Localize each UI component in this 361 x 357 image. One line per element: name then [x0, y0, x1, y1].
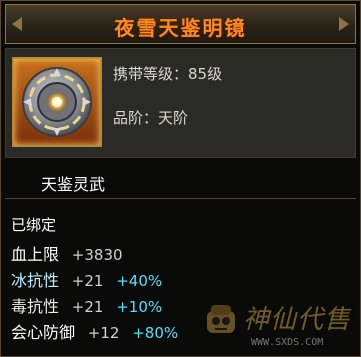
- mirror-icon: [17, 62, 97, 142]
- item-title: 夜雪天鉴明镜: [114, 16, 247, 40]
- stat-row-ice-resist: 冰抗性 +21 +40%: [11, 267, 162, 291]
- item-icon-slot[interactable]: [12, 57, 102, 147]
- stat-value: +12: [87, 324, 120, 342]
- mascot-logo-icon: [207, 305, 235, 333]
- stat-row-crit-defense: 会心防御 +12 +80%: [11, 319, 178, 343]
- stat-row-hp: 血上限 +3830: [11, 241, 123, 265]
- watermark-url: WWW.SXDS.COM: [251, 337, 324, 348]
- stat-percent: +80%: [132, 324, 179, 342]
- item-grade: 品阶：天阶: [113, 109, 189, 127]
- divider: [5, 198, 356, 199]
- item-tooltip: 夜雪天鉴明镜 携带等级：85级 品阶：天阶 天鉴灵武 已绑定 血上限 +3830…: [0, 0, 361, 357]
- stat-value: +21: [71, 298, 104, 316]
- stat-label: 冰抗性: [11, 271, 60, 290]
- stat-row-poison-resist: 毒抗性 +21 +10%: [11, 293, 162, 317]
- stat-percent: +40%: [116, 272, 163, 290]
- item-name: 天鉴灵武: [41, 175, 106, 194]
- bound-status: 已绑定: [11, 216, 57, 234]
- stat-value: +21: [71, 272, 104, 290]
- stat-percent: +10%: [116, 298, 163, 316]
- watermark-text: 神仙代售: [243, 305, 352, 335]
- watermark: 神仙代售 WWW.SXDS.COM: [201, 297, 361, 357]
- carry-level: 携带等级：85级: [113, 65, 223, 83]
- stat-label: 会心防御: [11, 323, 76, 342]
- stat-value: +3830: [71, 246, 123, 264]
- title-bar: 夜雪天鉴明镜: [5, 4, 356, 44]
- stat-label: 血上限: [11, 245, 60, 264]
- info-panel: 携带等级：85级 品阶：天阶: [5, 48, 356, 158]
- stat-label: 毒抗性: [11, 297, 60, 316]
